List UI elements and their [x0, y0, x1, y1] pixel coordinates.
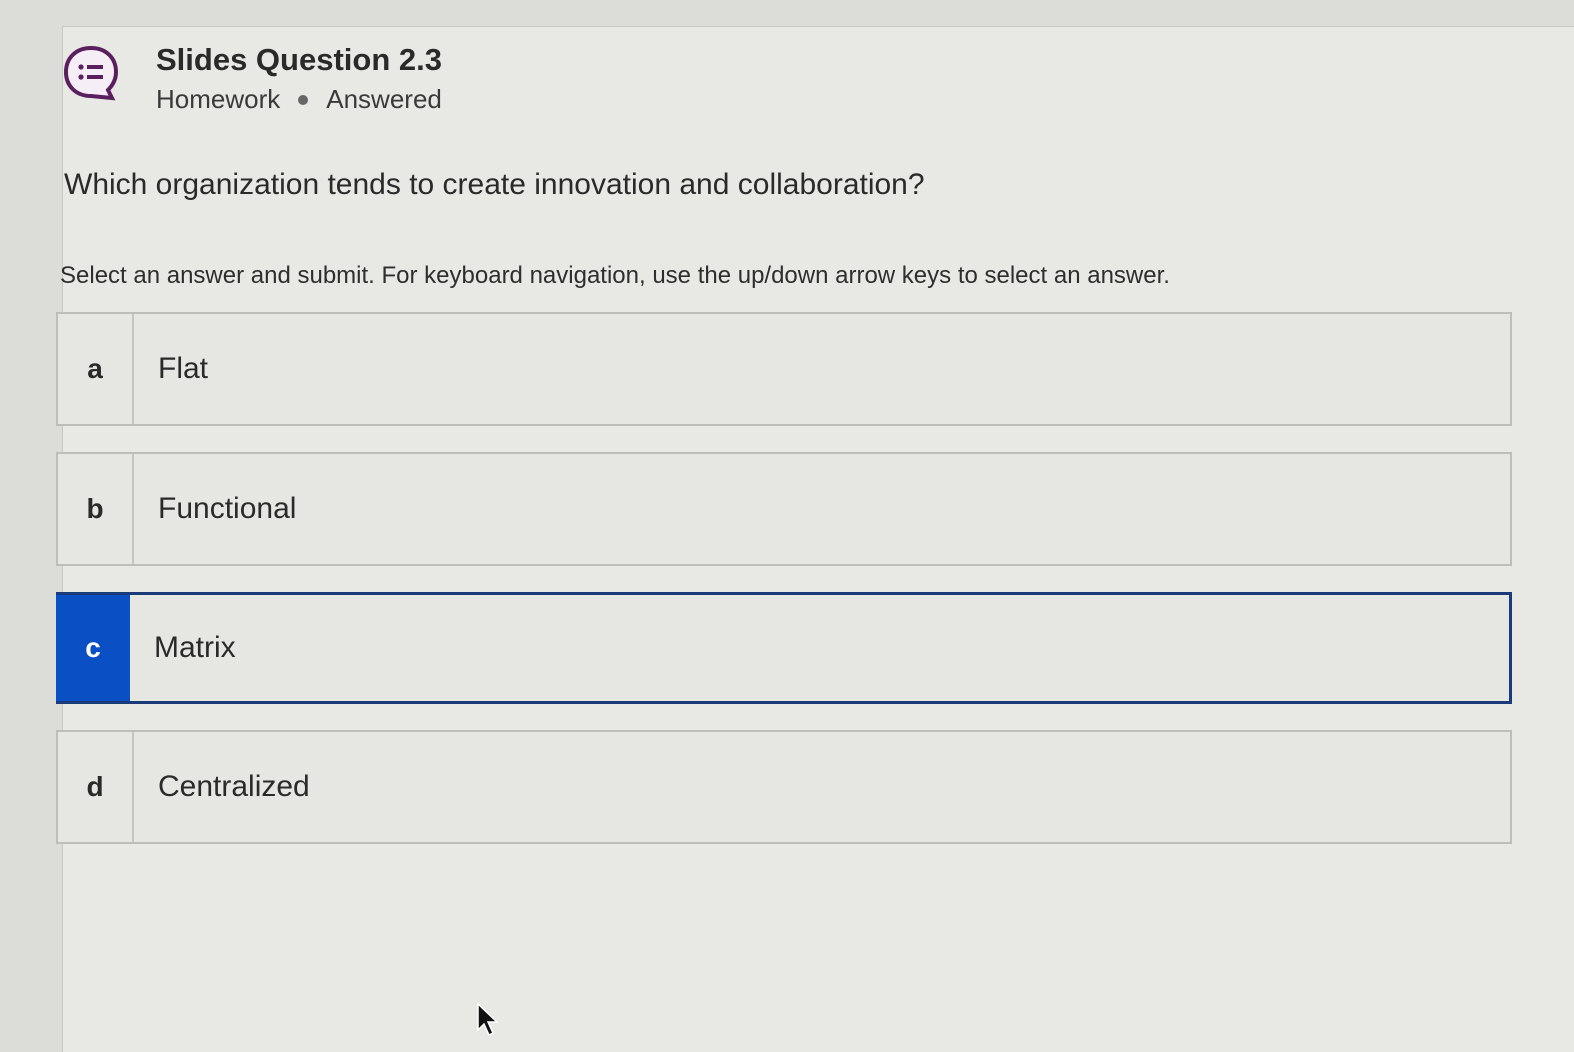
option-letter: d: [58, 732, 134, 842]
category-label: Homework: [156, 84, 281, 114]
answer-option-b[interactable]: b Functional: [56, 452, 1512, 566]
chat-list-icon: [62, 44, 120, 102]
option-label: Functional: [158, 492, 297, 525]
question-meta: Homework Answered: [156, 84, 442, 115]
question-prompt: Which organization tends to create innov…: [64, 168, 925, 201]
answer-instructions: Select an answer and submit. For keyboar…: [60, 262, 1170, 289]
answer-option-d[interactable]: d Centralized: [56, 730, 1512, 844]
answer-option-a[interactable]: a Flat: [56, 312, 1512, 426]
status-label: Answered: [326, 84, 442, 114]
option-letter: c: [56, 595, 130, 701]
option-label: Centralized: [158, 770, 310, 803]
question-header: Slides Question 2.3 Homework Answered: [62, 40, 442, 115]
question-title: Slides Question 2.3: [156, 42, 442, 77]
answer-option-c[interactable]: c Matrix: [56, 592, 1512, 704]
separator-dot: [298, 94, 309, 105]
title-block: Slides Question 2.3 Homework Answered: [156, 40, 442, 115]
option-letter: a: [58, 314, 134, 424]
mouse-cursor-icon: [476, 1002, 500, 1038]
option-label: Flat: [158, 352, 209, 385]
option-label: Matrix: [154, 631, 236, 664]
option-letter: b: [58, 454, 134, 564]
answer-options: a Flat b Functional c Matrix d Centraliz…: [56, 312, 1512, 870]
